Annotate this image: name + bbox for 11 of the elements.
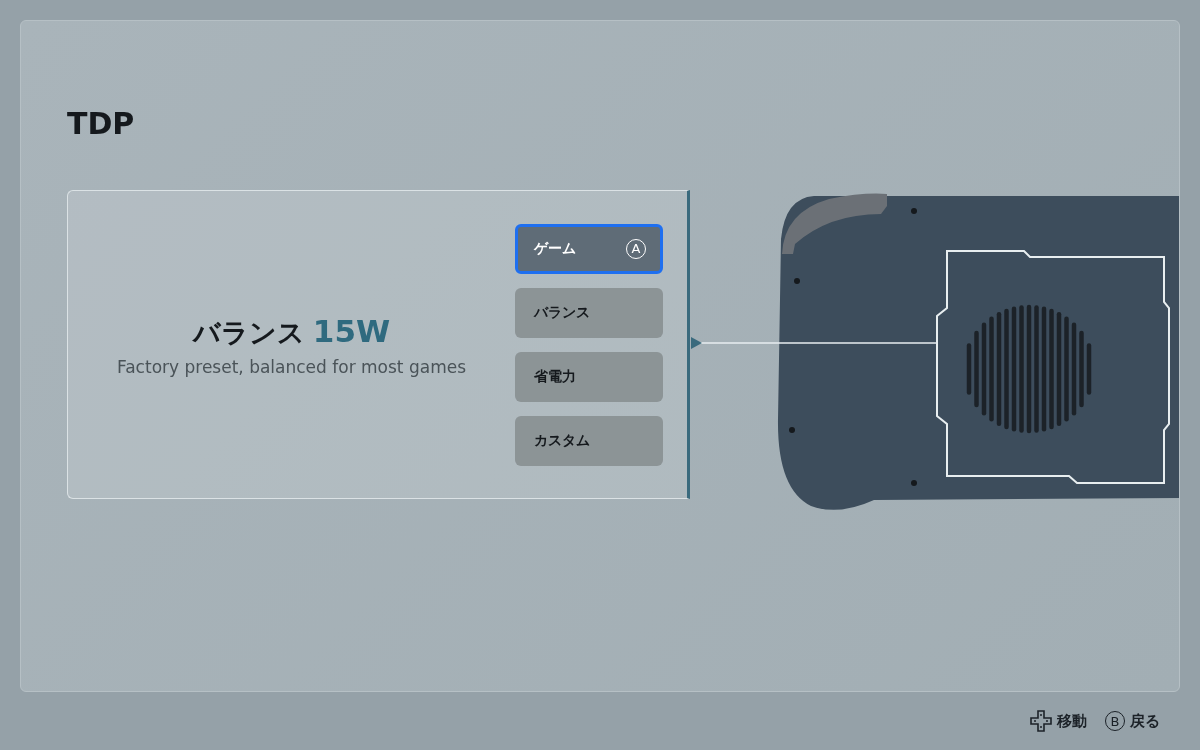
dpad-icon xyxy=(1030,710,1052,732)
preset-option[interactable]: カスタム xyxy=(515,415,663,466)
preset-option[interactable]: バランス xyxy=(515,287,663,338)
preset-option[interactable]: ゲーム A xyxy=(515,223,663,274)
preset-description: Factory preset, balanced for most games xyxy=(117,356,466,377)
hint-label[interactable]: 戻る xyxy=(1130,711,1160,731)
preset-wattage: 15W xyxy=(312,312,391,349)
preset-name: バランス xyxy=(192,315,305,350)
page-title: TDP xyxy=(67,107,136,141)
preset-option[interactable]: 省電力 xyxy=(515,351,663,402)
hint-label[interactable]: 移動 xyxy=(1057,711,1087,731)
